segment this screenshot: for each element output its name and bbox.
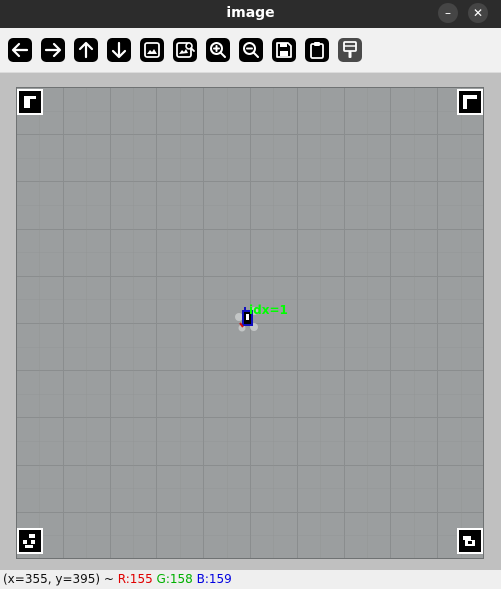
status-bar: (x=355, y=395) ~ R:155 G:158 B:159: [0, 570, 501, 589]
arena-image[interactable]: idx=1: [16, 87, 484, 559]
zoom-out-icon: [243, 42, 259, 58]
pixel-blue-value: B:159: [196, 572, 232, 586]
arrow-down-icon: [111, 41, 127, 59]
properties-button[interactable]: [338, 38, 362, 62]
zoom-in-icon: [210, 42, 226, 58]
corner-marker-top-left: [17, 89, 43, 115]
cursor-coords: (x=355, y=395) ~: [3, 572, 118, 586]
clipboard-icon: [310, 42, 324, 59]
arrow-right-icon: [44, 42, 62, 58]
zoom-fit-button[interactable]: [140, 38, 164, 62]
zoom-out-button[interactable]: [239, 38, 263, 62]
robot-label: idx=1: [249, 303, 288, 317]
arrow-up-icon: [78, 41, 94, 59]
app-window: image – ✕ idx=1 (x=355, y=395) ~ R:155 G…: [0, 0, 501, 589]
toolbar: [0, 28, 501, 73]
pan-down-button[interactable]: [107, 38, 131, 62]
window-title: image: [226, 5, 275, 21]
minimize-button[interactable]: –: [438, 3, 458, 23]
title-bar: image – ✕: [0, 0, 501, 28]
corner-marker-bottom-right: [457, 528, 483, 554]
zoom-original-button[interactable]: [173, 38, 197, 62]
corner-marker-bottom-left: [17, 528, 43, 554]
image-zoom-icon: [176, 42, 195, 58]
save-icon: [276, 42, 292, 58]
image-icon: [144, 42, 160, 58]
pan-left-button[interactable]: [8, 38, 32, 62]
save-button[interactable]: [272, 38, 296, 62]
pan-right-button[interactable]: [41, 38, 65, 62]
image-viewport[interactable]: idx=1: [0, 73, 501, 570]
copy-clipboard-button[interactable]: [305, 38, 329, 62]
pixel-green-value: G:158: [156, 572, 193, 586]
paintbrush-icon: [343, 41, 357, 58]
close-button[interactable]: ✕: [468, 3, 488, 23]
corner-marker-top-right: [457, 89, 483, 115]
arrow-left-icon: [11, 42, 29, 58]
zoom-in-button[interactable]: [206, 38, 230, 62]
pixel-red-value: R:155: [117, 572, 153, 586]
pan-up-button[interactable]: [74, 38, 98, 62]
